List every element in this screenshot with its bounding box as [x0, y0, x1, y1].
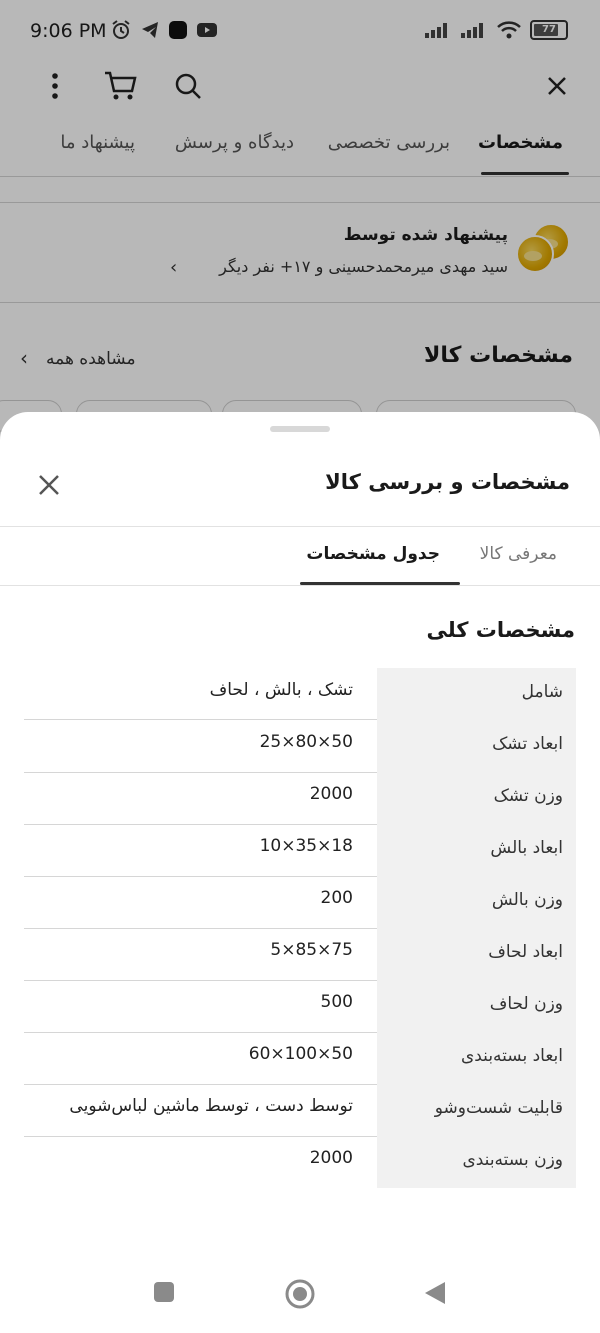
row-value: 60×100×50 [24, 1032, 377, 1085]
spec-table: شامل تشک ، بالش ، لحاف ابعاد تشک 25×80×5… [24, 668, 576, 1188]
table-row: وزن تشک 2000 [24, 772, 576, 825]
row-value-text: 2000 [309, 784, 353, 804]
tab-product-intro[interactable]: معرفی کالا [480, 544, 557, 564]
row-label: ابعاد بالش [377, 824, 576, 876]
back-icon[interactable] [423, 1280, 447, 1306]
row-label: شامل [377, 668, 576, 720]
row-label: وزن بالش [377, 876, 576, 928]
row-value-text: 2000 [309, 1148, 353, 1168]
table-row: ابعاد بسته‌بندی 60×100×50 [24, 1032, 576, 1085]
row-label: ابعاد تشک [377, 720, 576, 772]
table-row: قابلیت شست‌وشو توسط دست ، توسط ماشین لبا… [24, 1084, 576, 1137]
row-value-text: 500 [320, 992, 353, 1012]
system-nav-bar [0, 1250, 600, 1333]
row-value: 200 [24, 876, 377, 929]
row-label: ابعاد لحاف [377, 928, 576, 980]
section-title: مشخصات کلی [426, 618, 575, 642]
home-icon[interactable] [284, 1278, 316, 1310]
sheet-title: مشخصات و بررسی کالا [325, 470, 570, 494]
row-value-text: توسط دست ، توسط ماشین لباس‌شویی [69, 1096, 353, 1116]
row-value: توسط دست ، توسط ماشین لباس‌شویی [24, 1084, 377, 1137]
row-value-text: 25×80×50 [259, 732, 353, 752]
recent-apps-icon[interactable] [152, 1280, 176, 1304]
table-row: ابعاد تشک 25×80×50 [24, 720, 576, 773]
row-label: ابعاد بسته‌بندی [377, 1032, 576, 1084]
row-label-text: وزن تشک [493, 786, 563, 806]
table-row: ابعاد لحاف 5×85×75 [24, 928, 576, 981]
divider [0, 526, 600, 527]
row-value: 5×85×75 [24, 928, 377, 981]
row-label-text: ابعاد بالش [490, 838, 563, 858]
table-row: ابعاد بالش 10×35×18 [24, 824, 576, 877]
specs-bottom-sheet: مشخصات و بررسی کالا معرفی کالا جدول مشخص… [0, 412, 600, 1333]
row-value: 25×80×50 [24, 720, 377, 773]
row-label-text: وزن بسته‌بندی [462, 1150, 563, 1170]
row-label: وزن بسته‌بندی [377, 1136, 576, 1188]
row-value: 10×35×18 [24, 824, 377, 877]
row-label-text: وزن لحاف [489, 994, 563, 1014]
row-label: وزن لحاف [377, 980, 576, 1032]
table-row: وزن لحاف 500 [24, 980, 576, 1033]
tab-spec-table[interactable]: جدول مشخصات [306, 544, 440, 564]
row-value: 2000 [24, 1136, 377, 1188]
row-label: وزن تشک [377, 772, 576, 824]
row-value-text: 60×100×50 [248, 1044, 353, 1064]
row-label-text: ابعاد تشک [492, 734, 563, 754]
row-value: 2000 [24, 772, 377, 825]
row-label-text: ابعاد لحاف [488, 942, 563, 962]
row-label: قابلیت شست‌وشو [377, 1084, 576, 1136]
row-value: تشک ، بالش ، لحاف [24, 668, 377, 720]
row-value-text: تشک ، بالش ، لحاف [209, 680, 353, 700]
close-icon[interactable] [32, 468, 66, 502]
row-value-text: 200 [320, 888, 353, 908]
table-row: وزن بسته‌بندی 2000 [24, 1136, 576, 1188]
row-label-text: وزن بالش [491, 890, 563, 910]
row-value: 500 [24, 980, 377, 1033]
row-label-text: قابلیت شست‌وشو [434, 1098, 563, 1118]
row-value-text: 5×85×75 [270, 940, 353, 960]
table-row: شامل تشک ، بالش ، لحاف [24, 668, 576, 720]
row-value-text: 10×35×18 [259, 836, 353, 856]
row-label-text: ابعاد بسته‌بندی [460, 1046, 563, 1066]
table-row: وزن بالش 200 [24, 876, 576, 929]
drag-handle[interactable] [270, 426, 330, 432]
row-label-text: شامل [521, 682, 563, 702]
divider [0, 585, 600, 586]
